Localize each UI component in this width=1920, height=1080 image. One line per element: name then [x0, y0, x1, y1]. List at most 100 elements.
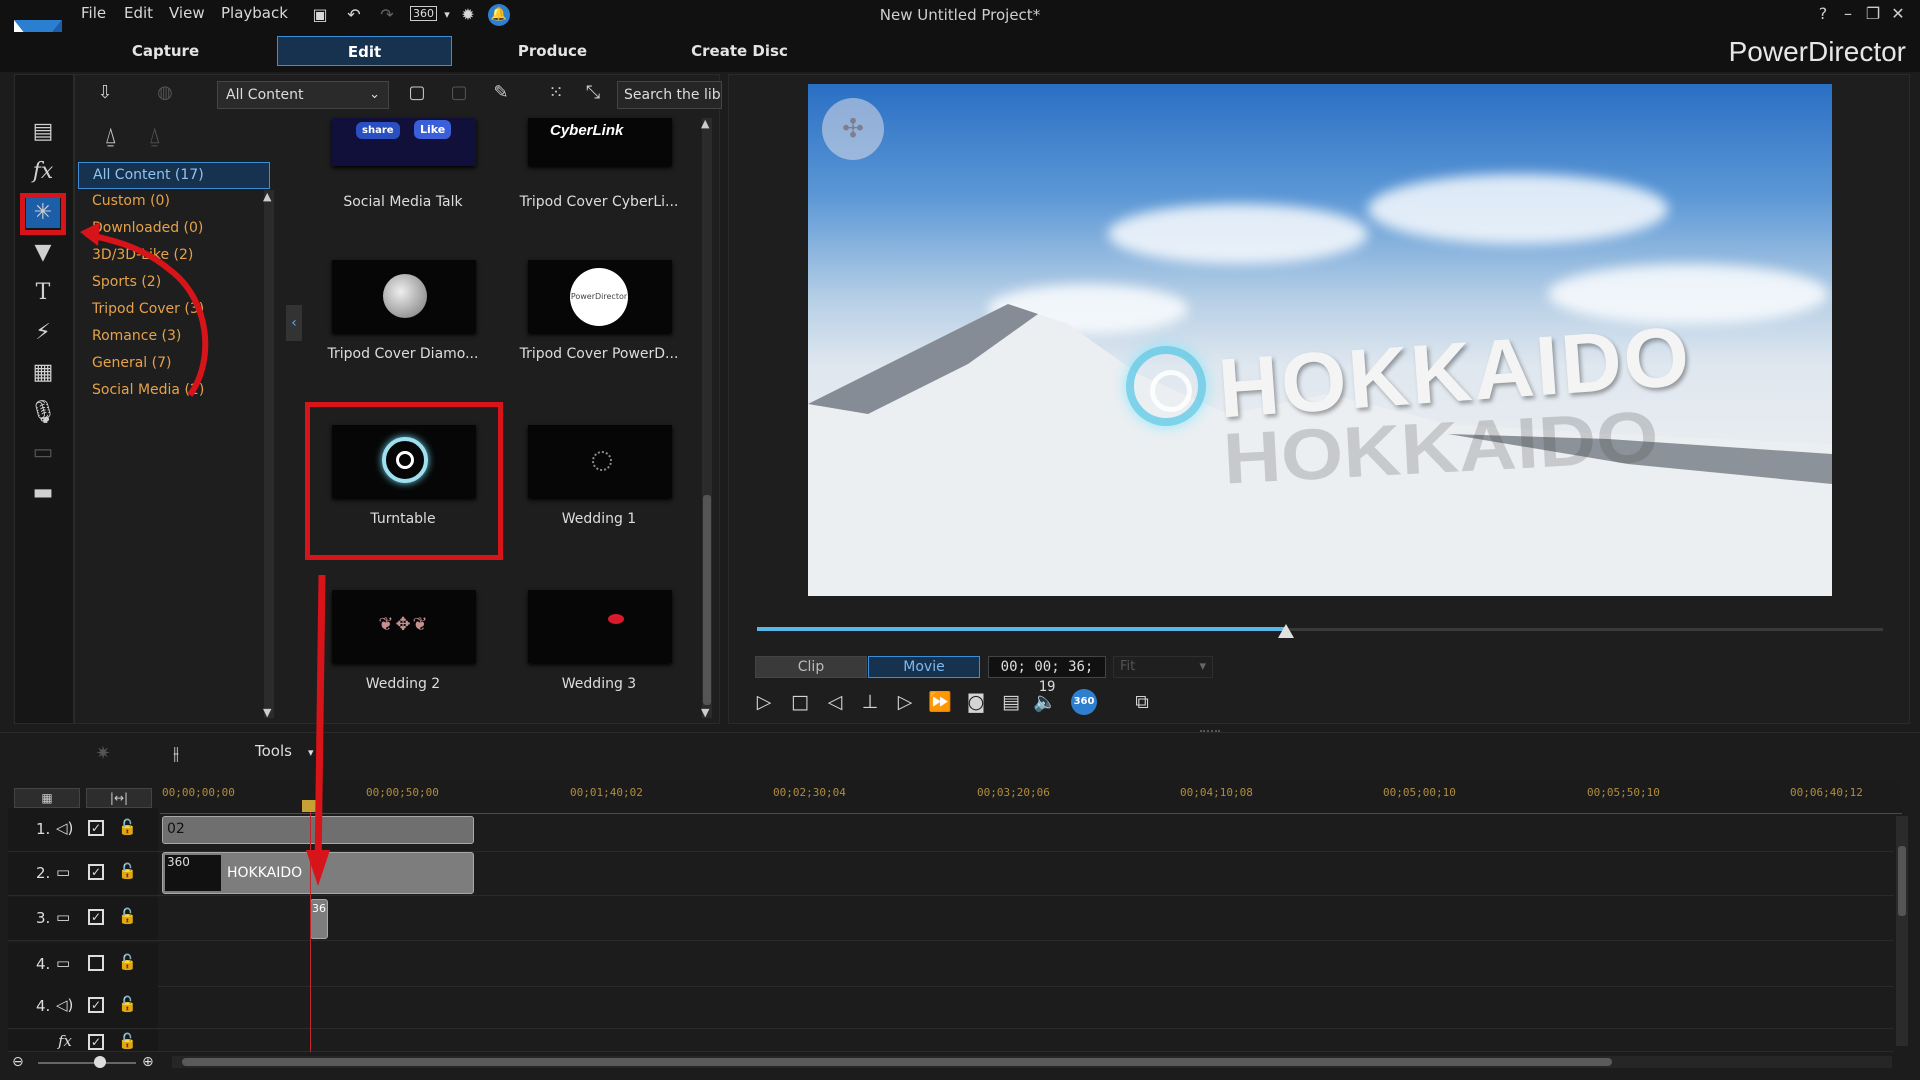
category-item[interactable]: All Content (17) — [78, 162, 270, 189]
title-room-icon[interactable]: T — [26, 278, 60, 308]
library-search-input[interactable]: Search the libra — [617, 81, 722, 109]
tab-create-disc[interactable]: Create Disc — [652, 36, 827, 66]
snapshot-icon[interactable]: ◙ — [962, 688, 990, 716]
template-item[interactable]: CyberLink Tripod Cover CyberLi... — [509, 118, 689, 278]
menu-file[interactable]: File — [81, 4, 106, 22]
360-menu-button[interactable]: 360 — [410, 6, 437, 21]
download-templates-icon[interactable]: ◍ — [152, 80, 178, 106]
turntable-clip[interactable]: 36 — [310, 899, 328, 939]
timecode-display[interactable]: 00; 00; 36; 19 — [988, 656, 1106, 695]
media-room-icon[interactable]: ▤ — [26, 117, 60, 147]
video-preview[interactable]: HOKKAIDO HOKKAIDO ✣ — [808, 84, 1832, 596]
lock-icon[interactable]: 🔓 — [118, 818, 137, 836]
playhead-line[interactable] — [310, 800, 311, 1052]
menu-edit[interactable]: Edit — [124, 4, 153, 22]
scroll-up-icon[interactable]: ▲ — [263, 190, 271, 203]
lock-icon[interactable]: 🔓 — [118, 862, 137, 880]
redo-icon[interactable]: ↷ — [376, 4, 398, 26]
new-template-icon[interactable]: ▢ — [404, 80, 430, 106]
import-icon[interactable]: ⇩ — [92, 80, 118, 106]
add-tag-icon[interactable]: ⍙ — [104, 124, 117, 149]
notification-bell-icon[interactable]: 🔔 — [488, 4, 510, 26]
360-navigation-icon[interactable]: ✣ — [822, 98, 884, 160]
chevron-down-icon[interactable]: ▾ — [436, 4, 458, 26]
preview-scrubber-handle[interactable] — [1278, 624, 1295, 638]
category-item[interactable]: General (7) — [78, 351, 270, 378]
play-icon[interactable]: ▷ — [750, 688, 778, 716]
resize-icon[interactable]: ⤡ — [580, 80, 606, 106]
fit-select[interactable]: Fit ▾ — [1113, 656, 1213, 678]
category-item[interactable]: Sports (2) — [78, 270, 270, 297]
zoom-in-icon[interactable]: ⊕ — [142, 1054, 154, 1070]
zoom-slider-knob[interactable] — [94, 1056, 106, 1068]
track-enable-checkbox[interactable]: ✓ — [88, 997, 104, 1013]
template-item[interactable]: Tripod Cover Diamo... — [313, 260, 493, 420]
microphone-icon[interactable]: 🎙 — [26, 398, 60, 428]
undock-preview-icon[interactable]: ⧉ — [1128, 688, 1156, 716]
template-item[interactable]: share Like Social Media Talk — [313, 118, 493, 278]
previous-frame-icon[interactable]: ◁ — [821, 688, 849, 716]
subtitle-room-icon[interactable]: ▬ — [26, 478, 60, 508]
lock-icon[interactable]: 🔓 — [118, 1032, 137, 1050]
tab-capture[interactable]: Capture — [78, 36, 253, 66]
menu-view[interactable]: View — [169, 4, 205, 22]
template-item[interactable]: Wedding 3 — [509, 590, 689, 750]
volume-icon[interactable]: 🔈 — [1031, 688, 1059, 716]
close-button[interactable]: ✕ — [1886, 4, 1910, 23]
video-collage-icon[interactable]: ▦ — [26, 358, 60, 388]
subtitle-icon[interactable]: ▤ — [997, 688, 1025, 716]
scroll-up-icon[interactable]: ▲ — [701, 117, 709, 130]
pencil-icon[interactable]: ✎ — [488, 80, 514, 106]
fast-forward-icon[interactable]: ⏩ — [926, 688, 954, 716]
fx-room-icon[interactable]: fx — [26, 157, 60, 187]
help-button[interactable]: ? — [1811, 4, 1835, 23]
collapse-panel-button[interactable]: ‹ — [286, 305, 302, 341]
timeline-horizontal-scrollbar-thumb[interactable] — [182, 1058, 1612, 1066]
scroll-down-icon[interactable]: ▼ — [701, 706, 709, 719]
template-item[interactable]: PowerDirector Tripod Cover PowerD... — [509, 260, 689, 420]
category-item[interactable]: Custom (0) — [78, 189, 270, 216]
movie-mode-button[interactable]: Movie — [868, 656, 980, 678]
magic-tool-icon[interactable]: ✷ — [89, 740, 117, 768]
lock-icon[interactable]: 🔓 — [118, 907, 137, 925]
next-frame-icon[interactable]: ▷ — [891, 688, 919, 716]
template-scrollbar-thumb[interactable] — [703, 495, 711, 705]
scroll-down-icon[interactable]: ▼ — [263, 706, 271, 719]
template-item[interactable]: ❦✥❦ Wedding 2 — [313, 590, 493, 750]
remove-tag-icon[interactable]: ⍙ — [148, 124, 161, 149]
tab-produce[interactable]: Produce — [465, 36, 640, 66]
restore-button[interactable]: ❐ — [1861, 4, 1885, 23]
timeline-vertical-scrollbar-thumb[interactable] — [1898, 846, 1906, 916]
gear-icon[interactable]: ✹ — [457, 4, 479, 26]
track-manager-button[interactable]: ▦ — [14, 788, 80, 808]
fit-timeline-button[interactable]: |↔| — [86, 788, 152, 808]
tools-menu-button[interactable]: Tools ▾ — [255, 742, 313, 760]
360-view-button[interactable]: 360 — [1071, 689, 1097, 715]
minimize-button[interactable]: – — [1836, 4, 1860, 23]
category-scrollbar[interactable] — [264, 190, 274, 718]
stop-icon[interactable]: □ — [786, 688, 814, 716]
playhead-marker[interactable] — [302, 800, 316, 812]
category-item[interactable]: Tripod Cover (3) — [78, 297, 270, 324]
chapter-room-icon[interactable]: ▭ — [26, 438, 60, 468]
transition-room-icon[interactable]: ⚡ — [26, 318, 60, 348]
category-item[interactable]: Romance (3) — [78, 324, 270, 351]
track-enable-checkbox[interactable]: ✓ — [88, 864, 104, 880]
clip-mode-button[interactable]: Clip — [755, 656, 867, 678]
split-icon[interactable]: ⊥ — [856, 688, 884, 716]
grid-view-icon[interactable]: ⁙ — [543, 80, 569, 106]
track-enable-checkbox[interactable]: ✓ — [88, 1034, 104, 1050]
track-enable-checkbox[interactable]: ✓ — [88, 909, 104, 925]
category-item[interactable]: Social Media (2) — [78, 378, 270, 405]
track-enable-checkbox[interactable]: ✓ — [88, 820, 104, 836]
modify-template-icon[interactable]: ▢ — [446, 80, 472, 106]
track-enable-checkbox[interactable] — [88, 955, 104, 971]
zoom-out-icon[interactable]: ⊖ — [12, 1054, 24, 1070]
category-item[interactable]: 3D/3D-Like (2) — [78, 243, 270, 270]
category-item[interactable]: Downloaded (0) — [78, 216, 270, 243]
save-icon[interactable]: ▣ — [309, 4, 331, 26]
tab-edit[interactable]: Edit — [277, 36, 452, 66]
zoom-slider-track[interactable] — [38, 1062, 136, 1064]
audio-clip[interactable]: 02 — [162, 816, 474, 844]
particle-room-icon[interactable]: ▼ — [26, 238, 60, 268]
